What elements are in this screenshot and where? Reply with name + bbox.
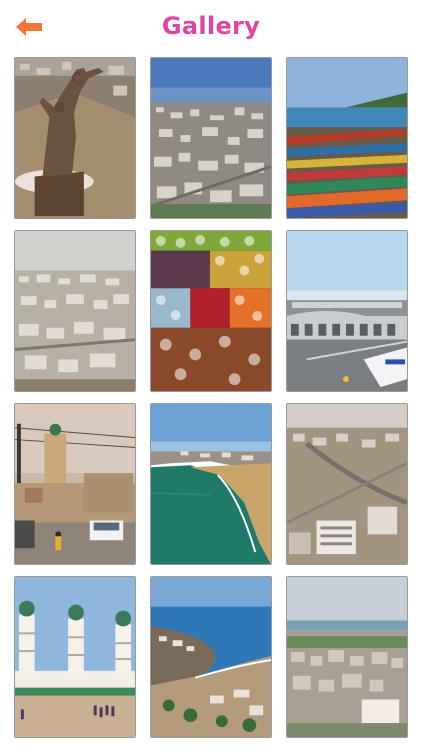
gallery-photo-city-aerial[interactable]: [150, 57, 272, 219]
gallery-photo-coastline[interactable]: [150, 403, 272, 565]
gallery-photo-city-hazy[interactable]: [14, 230, 136, 392]
gallery-photo-airport[interactable]: [286, 230, 408, 392]
gallery-photo-fishing-boats[interactable]: [286, 57, 408, 219]
gallery-photo-city-highway[interactable]: [286, 403, 408, 565]
gallery-photo-street-mosque[interactable]: [14, 403, 136, 565]
app-header: Gallery: [0, 0, 422, 50]
gallery-photo-monument[interactable]: [14, 57, 136, 219]
gallery-photo-mosque-towers[interactable]: [14, 576, 136, 738]
gallery-grid: [14, 57, 408, 738]
page-title: Gallery: [161, 12, 261, 40]
gallery-photo-coastal-town[interactable]: [150, 576, 272, 738]
gallery-photo-fruit-market[interactable]: [150, 230, 272, 392]
gallery-photo-city-buildings[interactable]: [286, 576, 408, 738]
